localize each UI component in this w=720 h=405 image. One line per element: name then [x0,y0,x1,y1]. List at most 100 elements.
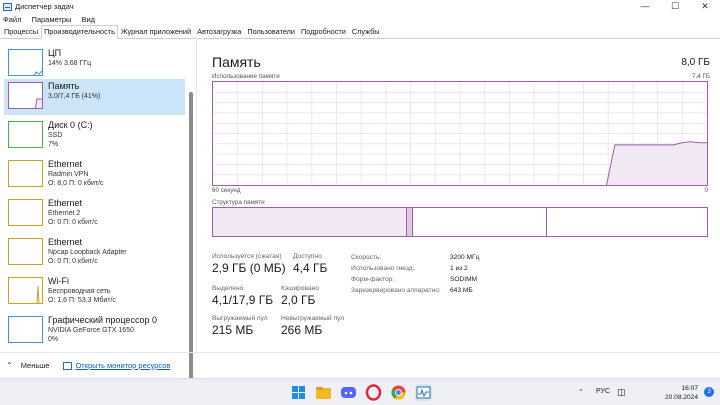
notification-badge[interactable]: 3 [704,387,714,397]
sidebar-item-ethernet-radmin[interactable]: Ethernet Radmin VPN О: 8,0 П: 0 кбит/с [4,157,185,193]
page-title: Память [212,54,261,70]
performance-sidebar: ЦП 14% 3,68 ГГц Память 3,0/7,4 ГБ (41%) … [0,40,197,390]
menu-options[interactable]: Параметры [31,15,71,24]
start-icon[interactable] [290,384,307,401]
stat-nonpaged-pool: Невыгружаемый пул 266 МБ [281,314,344,338]
graph-label: Использование памяти [212,73,280,80]
structure-modified-segment[interactable] [406,208,414,236]
sidebar-item-memory[interactable]: Память 3,0/7,4 ГБ (41%) [4,79,185,115]
detail-key: Использовано гнезд: [351,265,415,272]
stat-value: 2,0 ГБ [281,293,316,307]
menu-bar: Файл Параметры Вид [0,13,720,25]
task-manager-taskbar-icon[interactable] [415,384,432,401]
maximize-button[interactable]: ☐ [660,0,690,13]
menu-file[interactable]: Файл [3,15,21,24]
detail-key: Скорость: [351,254,382,261]
input-language[interactable]: РУС [596,388,610,395]
tab-details[interactable]: Подробности [298,25,349,38]
close-button[interactable]: ✕ [690,0,720,13]
sidebar-item-gpu[interactable]: Графический процессор 0 NVIDIA GeForce G… [4,313,185,349]
tab-performance[interactable]: Производительность [41,25,118,39]
ethernet-thumbnail-graph [8,238,43,265]
tray-chevron-icon[interactable]: ⌃ [578,388,584,396]
memory-usage-area [606,141,707,185]
memory-thumbnail-graph [8,82,43,109]
clock-time: 16:07 [681,385,698,392]
stat-label: Невыгружаемый пул [281,315,345,322]
sidebar-item-title: ЦП [48,48,62,58]
tab-users[interactable]: Пользователи [244,25,298,38]
tab-startup[interactable]: Автозагрузка [194,25,244,38]
sidebar-item-sub: Беспроводная сеть [48,288,111,295]
sidebar-item-cpu[interactable]: ЦП 14% 3,68 ГГц [4,46,185,82]
sidebar-item-sub: О: 0 П: 0 кбит/с [48,219,98,226]
detail-value: SODIMM [450,276,478,283]
sidebar-item-sub: NVIDIA GeForce GTX 1650 [48,327,134,334]
stat-value: 4,4 ГБ [293,261,328,275]
stat-committed: Выделено 4,1/17,9 ГБ [212,284,273,308]
sidebar-item-sub: О: 0 П: 0 кбит/с [48,258,98,265]
graph-x-end-label: 0 [704,187,708,194]
structure-in-use-segment[interactable] [213,208,407,236]
sidebar-item-disk[interactable]: Диск 0 (C:) SSD 7% [4,118,185,154]
task-manager-icon [3,2,12,11]
discord-icon[interactable] [340,384,357,401]
wifi-thumbnail-graph [8,277,43,304]
memory-structure-bar [212,207,708,237]
disk-thumbnail-graph [8,121,43,148]
open-resource-monitor-link[interactable]: Открыть монитор ресурсов [63,361,170,370]
structure-free-segment[interactable] [546,208,707,236]
stat-label: Кэшировано [281,285,319,292]
tab-processes[interactable]: Процессы [1,25,41,38]
graph-x-start-label: 60 секунд [212,187,241,194]
stat-label: Выделено [212,285,244,292]
tab-app-history[interactable]: Журнал приложений [118,25,194,38]
taskbar-clock[interactable]: 16:07 20.08.2024 [665,384,698,402]
sidebar-item-sub: Radmin VPN [48,171,89,178]
structure-standby-segment[interactable] [413,208,547,236]
fewer-details-button[interactable]: ⌃ Меньше [6,361,49,370]
stat-value: 266 МБ [281,323,323,337]
tab-services[interactable]: Службы [349,25,383,38]
taskbar: ⌃ РУС ◫ 16:07 20.08.2024 3 [0,378,720,405]
stat-label: Используется (сжатая) [212,253,282,260]
sidebar-item-sub: 14% 3,68 ГГц [48,60,92,67]
network-icon[interactable]: ◫ [617,387,626,398]
sidebar-item-wifi[interactable]: Wi-Fi Беспроводная сеть О: 1,6 П: 53,3 М… [4,274,185,310]
sidebar-item-sub: Npcap Loopback Adapter [48,249,127,256]
detail-value: 643 МБ [450,287,473,294]
sidebar-item-title: Ethernet [48,198,83,208]
memory-usage-graph [212,81,708,186]
sidebar-item-sub: Ethernet 2 [48,210,81,217]
sidebar-item-ethernet-2[interactable]: Ethernet Ethernet 2 О: 0 П: 0 кбит/с [4,196,185,232]
fewer-details-label: Меньше [20,361,50,370]
chrome-icon[interactable] [390,384,407,401]
detail-key: Зарезервировано аппаратно: [351,287,441,294]
sidebar-scrollbar[interactable] [189,92,193,390]
tab-bar: Процессы Производительность Журнал прило… [0,25,720,39]
sidebar-item-title: Wi-Fi [48,276,69,286]
stat-label: Выгружаемый пул [212,315,268,322]
sidebar-item-title: Графический процессор 0 [48,315,158,325]
stat-value: 4,1/17,9 ГБ [212,293,274,307]
sidebar-item-title: Ethernet [48,159,83,169]
file-explorer-icon[interactable] [315,384,332,401]
stat-in-use: Используется (сжатая) 2,9 ГБ (0 МБ) [212,252,286,276]
memory-total: 8,0 ГБ [681,57,710,68]
resource-monitor-icon [63,361,73,370]
stat-label: Доступно [293,253,322,260]
memory-usage-chart [213,82,707,186]
sidebar-item-sub: О: 1,6 П: 53,3 Мбит/с [48,297,116,304]
graph-max-label: 7,4 ГБ [691,73,710,80]
structure-label: Структура памяти [212,199,265,206]
window-title: Диспетчер задач [15,2,74,11]
minimize-button[interactable]: — [630,0,660,13]
gpu-thumbnail-graph [8,316,43,343]
sidebar-item-ethernet-npcap[interactable]: Ethernet Npcap Loopback Adapter О: 0 П: … [4,235,185,271]
sidebar-item-title: Память [48,81,80,91]
menu-view[interactable]: Вид [81,15,95,24]
opera-icon[interactable] [365,384,382,401]
footer-bar: ⌃ Меньше Открыть монитор ресурсов [0,352,720,378]
ethernet-thumbnail-graph [8,160,43,187]
cpu-thumbnail-graph [8,49,43,76]
